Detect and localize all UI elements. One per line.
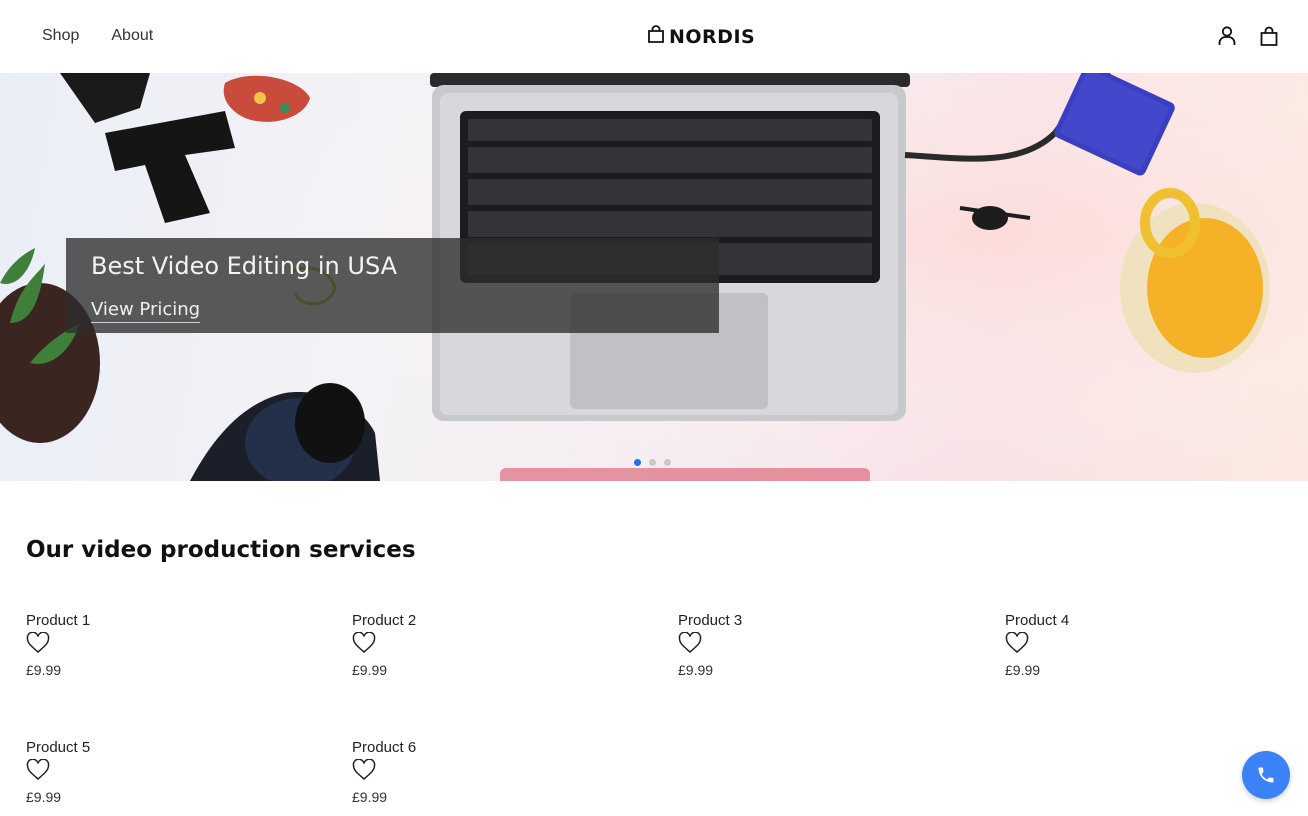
bag-icon[interactable] bbox=[1258, 24, 1280, 48]
product-card[interactable]: Product 1 £9.99 bbox=[26, 612, 226, 692]
slider-dot-1[interactable] bbox=[634, 459, 641, 466]
product-name[interactable]: Product 1 bbox=[26, 612, 90, 629]
hero-caption: Best Video Editing in USA View Pricing bbox=[66, 238, 719, 333]
heart-icon[interactable] bbox=[26, 759, 50, 781]
product-card[interactable]: Product 4 £9.99 bbox=[1005, 612, 1205, 692]
product-name[interactable]: Product 6 bbox=[352, 739, 416, 756]
product-name[interactable]: Product 2 bbox=[352, 612, 416, 629]
product-card[interactable]: Product 3 £9.99 bbox=[678, 612, 878, 692]
call-button[interactable] bbox=[1242, 751, 1290, 799]
view-pricing-link[interactable]: View Pricing bbox=[91, 299, 201, 323]
nav-link-shop[interactable]: Shop bbox=[42, 27, 79, 45]
heart-icon[interactable] bbox=[26, 632, 50, 654]
heart-icon[interactable] bbox=[1005, 632, 1029, 654]
product-name[interactable]: Product 3 bbox=[678, 612, 742, 629]
section-title: Our video production services bbox=[26, 537, 416, 563]
product-price: £9.99 bbox=[26, 789, 62, 805]
hero-title: Best Video Editing in USA bbox=[91, 252, 398, 280]
product-name[interactable]: Product 4 bbox=[1005, 612, 1069, 629]
phone-icon bbox=[1258, 767, 1274, 783]
product-price: £9.99 bbox=[678, 662, 714, 678]
product-name[interactable]: Product 5 bbox=[26, 739, 90, 756]
nav-link-about[interactable]: About bbox=[111, 27, 153, 45]
product-card[interactable]: Product 6 £9.99 bbox=[352, 739, 552, 816]
user-icon[interactable] bbox=[1216, 24, 1238, 48]
heart-icon[interactable] bbox=[352, 632, 376, 654]
main-nav: Shop About bbox=[42, 27, 153, 45]
site-logo[interactable]: NORDIS bbox=[646, 24, 755, 49]
site-header: Shop About NORDIS bbox=[0, 0, 1308, 73]
hero-slider[interactable]: Best Video Editing in USA View Pricing bbox=[0, 73, 1308, 481]
heart-icon[interactable] bbox=[352, 759, 376, 781]
product-price: £9.99 bbox=[1005, 662, 1041, 678]
bag-logo-icon bbox=[646, 24, 666, 49]
product-price: £9.99 bbox=[352, 789, 388, 805]
product-price: £9.99 bbox=[352, 662, 388, 678]
slider-dot-3[interactable] bbox=[664, 459, 671, 466]
product-card[interactable]: Product 2 £9.99 bbox=[352, 612, 552, 692]
heart-icon[interactable] bbox=[678, 632, 702, 654]
header-actions bbox=[1216, 24, 1280, 48]
logo-text: NORDIS bbox=[669, 25, 756, 48]
product-price: £9.99 bbox=[26, 662, 62, 678]
slider-dots bbox=[634, 459, 671, 466]
slider-dot-2[interactable] bbox=[649, 459, 656, 466]
product-card[interactable]: Product 5 £9.99 bbox=[26, 739, 226, 816]
